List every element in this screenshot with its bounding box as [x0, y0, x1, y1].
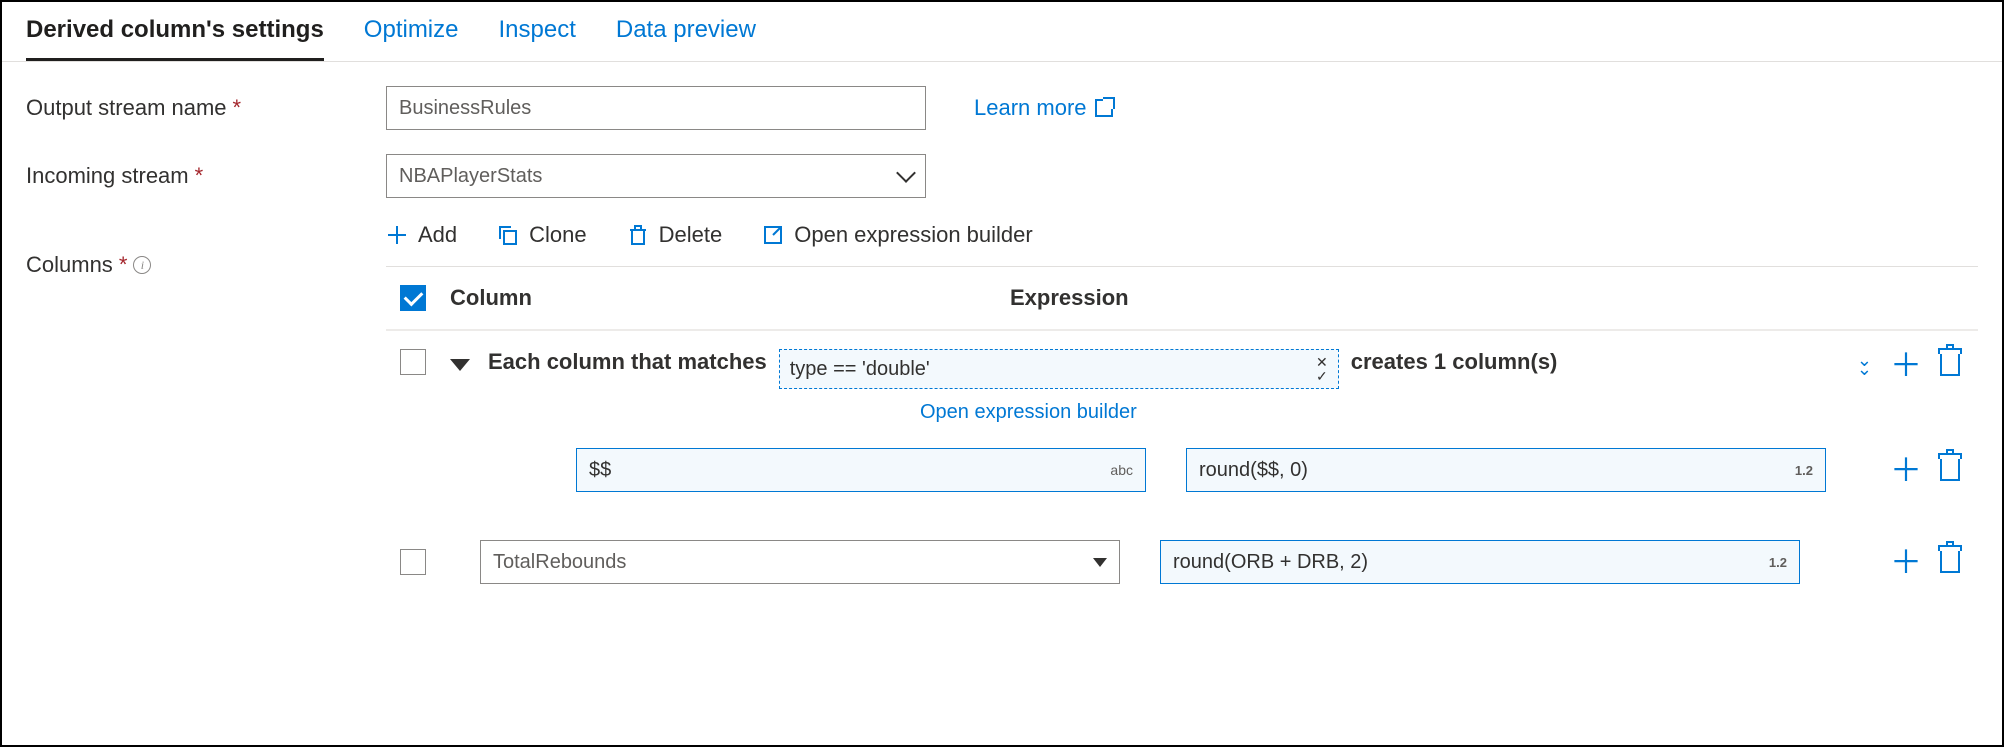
collapse-toggle-icon[interactable]: [450, 359, 470, 371]
table-row: $$ abc round($$, 0) 1.2 ＋: [386, 438, 1978, 502]
output-stream-input[interactable]: [386, 86, 926, 130]
expression-input[interactable]: round(ORB + DRB, 2) 1.2: [1160, 540, 1800, 584]
add-row-button[interactable]: ＋: [1890, 546, 1922, 578]
row-checkbox[interactable]: [400, 549, 426, 575]
clear-validate-icon[interactable]: ✕✓: [1316, 355, 1328, 383]
tab-preview[interactable]: Data preview: [616, 2, 756, 61]
expression-header: Expression: [1000, 285, 1978, 311]
delete-row-button[interactable]: [1940, 551, 1960, 573]
trash-icon: [627, 224, 649, 246]
clone-icon: [497, 224, 519, 246]
delete-row-button[interactable]: [1940, 459, 1960, 481]
type-badge: 1.2: [1769, 555, 1787, 570]
output-stream-label: Output stream name *: [26, 95, 386, 121]
delete-row-button[interactable]: [1940, 354, 1960, 376]
select-all-checkbox[interactable]: [400, 285, 426, 311]
tab-optimize[interactable]: Optimize: [364, 2, 459, 61]
learn-more-link[interactable]: Learn more: [974, 95, 1113, 121]
add-row-button[interactable]: ＋: [1890, 349, 1922, 381]
plus-icon: [386, 224, 408, 246]
pattern-suffix: creates 1 column(s): [1351, 349, 1558, 375]
caret-down-icon: [1093, 558, 1107, 567]
columns-label: Columns * i: [26, 222, 386, 278]
chevron-down-icon: [896, 163, 916, 183]
table-header: Column Expression: [386, 267, 1978, 331]
column-header: Column: [440, 285, 1000, 311]
table-row: TotalRebounds round(ORB + DRB, 2) 1.2 ＋: [386, 530, 1978, 594]
match-expression-input[interactable]: type == 'double' ✕✓: [779, 349, 1339, 389]
tab-inspect[interactable]: Inspect: [498, 2, 575, 61]
column-select[interactable]: TotalRebounds: [480, 540, 1120, 584]
clone-button[interactable]: Clone: [497, 222, 586, 248]
external-link-icon: [1095, 99, 1113, 117]
incoming-stream-label: Incoming stream *: [26, 163, 386, 189]
open-expression-builder-button[interactable]: Open expression builder: [762, 222, 1032, 248]
type-badge: abc: [1110, 462, 1133, 478]
delete-button[interactable]: Delete: [627, 222, 723, 248]
incoming-stream-select[interactable]: NBAPlayerStats: [386, 154, 926, 198]
type-badge: 1.2: [1795, 463, 1813, 478]
add-button[interactable]: Add: [386, 222, 457, 248]
pattern-prefix: Each column that matches: [488, 349, 767, 375]
row-checkbox[interactable]: [400, 349, 426, 375]
column-name-input[interactable]: $$ abc: [576, 448, 1146, 492]
pattern-row: Each column that matches type == 'double…: [386, 331, 1978, 397]
tabs-bar: Derived column's settings Optimize Inspe…: [2, 2, 2002, 62]
info-icon[interactable]: i: [133, 256, 151, 274]
add-row-button[interactable]: ＋: [1890, 454, 1922, 486]
tab-settings[interactable]: Derived column's settings: [26, 2, 324, 61]
open-icon: [762, 224, 784, 246]
expand-toggle-icon[interactable]: ⌄⌄: [1857, 356, 1872, 374]
expression-input[interactable]: round($$, 0) 1.2: [1186, 448, 1826, 492]
open-expression-builder-link[interactable]: Open expression builder: [386, 401, 1978, 424]
